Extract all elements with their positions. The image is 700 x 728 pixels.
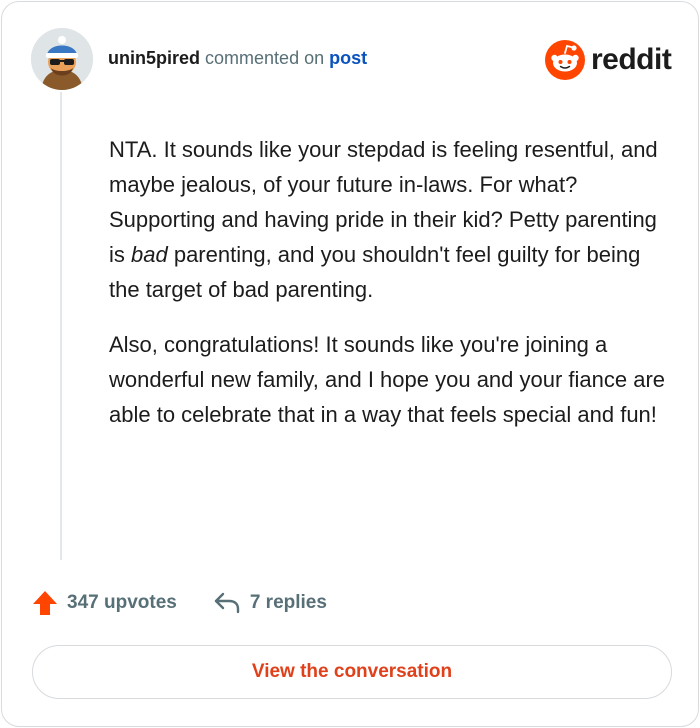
upvote-count: 347 upvotes [67, 592, 177, 613]
comment-paragraph-1: NTA. It sounds like your stepdad is feel… [109, 132, 669, 307]
upvote-arrow-icon [33, 591, 57, 615]
replies-button[interactable]: 7 replies [213, 591, 327, 615]
comment-header: unin5pired commented on post [108, 48, 367, 69]
comment-card: unin5pired commented on post reddit NTA.… [1, 1, 699, 727]
paragraph-1-emphasis: bad [131, 242, 168, 267]
avatar-illustration-icon [31, 28, 93, 90]
username-link[interactable]: unin5pired [108, 48, 200, 68]
user-avatar[interactable] [31, 28, 93, 90]
paragraph-1-text-end: parenting, and you shouldn't feel guilty… [109, 242, 641, 302]
reddit-wordmark: reddit [591, 43, 672, 76]
post-link[interactable]: post [329, 48, 367, 68]
view-conversation-button[interactable]: View the conversation [32, 645, 672, 699]
comment-footer: 347 upvotes 7 replies [32, 586, 327, 620]
reddit-logo-icon [545, 40, 585, 80]
action-text: commented on [205, 48, 325, 68]
thread-line [60, 92, 62, 560]
upvote-button[interactable]: 347 upvotes [32, 590, 177, 616]
comment-paragraph-2: Also, congratulations! It sounds like yo… [109, 332, 666, 427]
comment-body: NTA. It sounds like your stepdad is feel… [109, 132, 669, 452]
reply-arrow-icon [214, 592, 240, 614]
reply-count: 7 replies [249, 592, 327, 613]
reddit-brand[interactable]: reddit [545, 40, 672, 80]
